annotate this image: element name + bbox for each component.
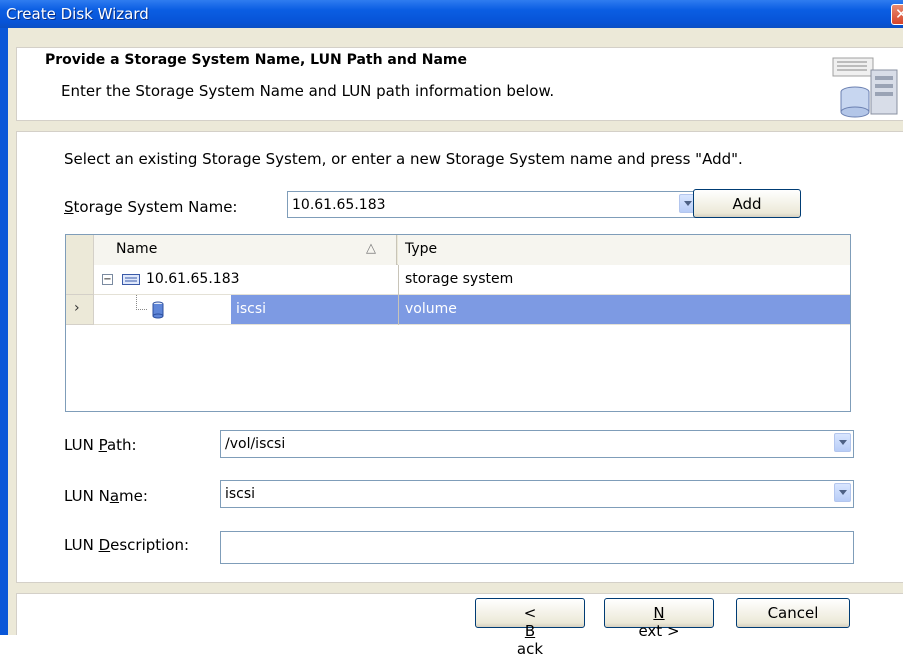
lun-description-label-pre: LUN	[64, 536, 99, 554]
current-row-pointer-icon: ›	[74, 300, 80, 316]
next-button-label: Next >	[605, 599, 713, 640]
column-name-label: Name	[116, 241, 158, 257]
close-button[interactable]: ✕	[891, 4, 903, 25]
lun-name-label-rest: me:	[119, 487, 148, 505]
chevron-down-icon[interactable]	[834, 483, 851, 502]
back-label-pre: <	[523, 604, 537, 622]
add-button-label: Add	[732, 195, 762, 213]
column-type-label: Type	[405, 241, 438, 257]
lun-path-label-rest: ath:	[106, 436, 137, 454]
back-label-rest: ack	[516, 640, 544, 658]
cancel-button-label: Cancel	[767, 604, 819, 622]
accelerator-b: B	[524, 622, 536, 640]
next-button[interactable]: Next >	[604, 598, 714, 640]
lun-name-label: LUN Name:	[64, 487, 148, 505]
wizard-window: Create Disk Wizard ✕ Provide a Storage S…	[0, 0, 903, 658]
row-header-current[interactable]: ›	[66, 295, 94, 325]
storage-tree-grid[interactable]: Name △ Type − 10.61.65.183 storage syste…	[65, 234, 851, 412]
storage-system-name-label: Storage System Name:	[64, 198, 237, 216]
storage-system-name-combo[interactable]: 10.61.65.183	[287, 191, 699, 218]
accelerator-a: a	[109, 487, 120, 505]
lun-description-label-rest: escription:	[110, 536, 190, 554]
accelerator-p: P	[98, 436, 107, 454]
chevron-down-icon[interactable]	[834, 433, 851, 452]
title-bar[interactable]: Create Disk Wizard ✕	[0, 0, 903, 28]
lun-path-value: /vol/iscsi	[225, 436, 286, 452]
add-button[interactable]: Add	[693, 189, 801, 218]
lun-name-value: iscsi	[225, 486, 256, 502]
column-header-type[interactable]: Type	[398, 235, 850, 265]
storage-system-name-label-text: torage System Name:	[73, 198, 238, 216]
grid-corner	[66, 235, 94, 265]
row-name: iscsi	[236, 301, 267, 317]
close-icon: ✕	[895, 5, 903, 23]
sort-ascending-icon: △	[366, 241, 376, 256]
row-name: 10.61.65.183	[146, 271, 240, 287]
accelerator-s: S	[64, 198, 74, 216]
table-row[interactable]: iscsi volume	[94, 295, 850, 325]
storage-server-icon	[832, 57, 898, 118]
column-header-name[interactable]: Name △	[94, 235, 397, 265]
cancel-button[interactable]: Cancel	[736, 598, 850, 628]
header-panel: Provide a Storage System Name, LUN Path …	[16, 47, 903, 121]
lun-path-label-pre: LUN	[64, 436, 99, 454]
storage-system-icon	[122, 274, 140, 285]
main-panel: Select an existing Storage System, or en…	[16, 131, 903, 583]
row-header[interactable]	[66, 265, 94, 295]
volume-icon	[152, 301, 164, 319]
storage-system-name-value: 10.61.65.183	[292, 197, 386, 213]
window-title: Create Disk Wizard	[6, 5, 149, 23]
lun-name-label-pre: LUN N	[64, 487, 110, 505]
lun-path-label: LUN Path:	[64, 436, 137, 454]
page-title: Provide a Storage System Name, LUN Path …	[45, 52, 467, 68]
collapse-icon[interactable]: −	[102, 274, 113, 285]
lun-name-combo[interactable]: iscsi	[220, 480, 854, 508]
column-divider	[398, 265, 399, 325]
lun-path-combo[interactable]: /vol/iscsi	[220, 430, 854, 458]
instruction-text: Select an existing Storage System, or en…	[64, 150, 743, 168]
table-row[interactable]: − 10.61.65.183 storage system	[94, 265, 850, 295]
next-label-rest: ext >	[638, 622, 680, 640]
accelerator-n: N	[653, 604, 665, 622]
accelerator-d: D	[98, 536, 111, 554]
back-button[interactable]: < Back	[475, 598, 585, 658]
grid-header: Name △ Type	[66, 235, 850, 265]
row-type: volume	[405, 301, 457, 317]
back-button-label: < Back	[476, 599, 584, 658]
row-type: storage system	[405, 271, 514, 287]
lun-description-label: LUN Description:	[64, 536, 189, 554]
page-subtitle: Enter the Storage System Name and LUN pa…	[61, 82, 555, 100]
lun-description-input[interactable]	[220, 531, 854, 564]
